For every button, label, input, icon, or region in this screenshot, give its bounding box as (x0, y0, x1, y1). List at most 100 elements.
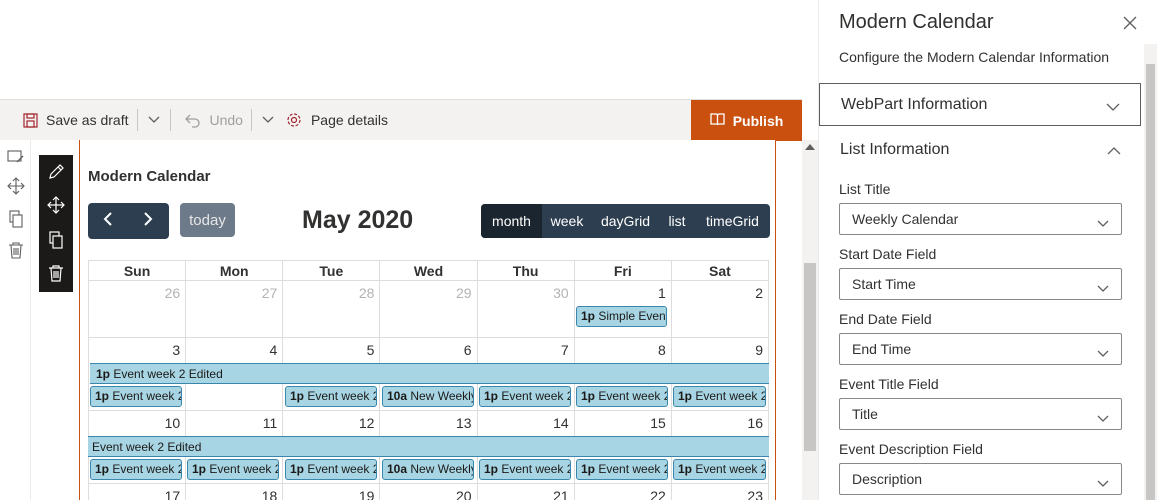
event-time: 1p (484, 389, 499, 403)
day-number[interactable]: 30 (476, 280, 575, 338)
separator (250, 109, 252, 131)
page-scrollbar[interactable] (802, 140, 818, 500)
list-title-label: List Title (839, 181, 891, 197)
start-date-dropdown[interactable]: Start Time (839, 268, 1122, 300)
calendar-event[interactable]: 1p Event week 2 (576, 386, 668, 407)
group-webpart-information[interactable]: WebPart Information (819, 83, 1141, 126)
calendar-event[interactable]: 1p Simple Event (576, 306, 667, 327)
weekday-label: Sat (670, 260, 770, 281)
today-button[interactable]: today (180, 203, 235, 237)
group-list-information[interactable]: List Information (819, 128, 1141, 171)
dropdown-value: Weekly Calendar (852, 211, 959, 227)
save-options-chevron[interactable] (144, 100, 164, 140)
event-title: Event week 2 Edited (113, 367, 223, 381)
edit-section-icon[interactable] (7, 148, 25, 166)
end-date-dropdown[interactable]: End Time (839, 333, 1122, 365)
edit-webpart-icon[interactable] (47, 163, 65, 181)
calendar-event[interactable]: 1p Event week 2 (673, 459, 766, 480)
calendar-event[interactable]: 1p Event week 2 (285, 459, 377, 480)
calendar-event[interactable]: 1p Event week 2 (673, 386, 766, 407)
calendar-event[interactable]: 10a New Weekly (382, 386, 474, 407)
day-number[interactable]: 23 (670, 483, 770, 500)
event-description-dropdown[interactable]: Description (839, 463, 1122, 495)
event-title: Event week 2 (112, 462, 182, 476)
next-month-button[interactable] (128, 203, 168, 239)
calendar-event[interactable]: 10a New Weekly (382, 459, 474, 480)
view-list-button[interactable]: list (659, 204, 695, 238)
pane-scrollbar-thumb[interactable] (1146, 64, 1155, 500)
day-number[interactable]: 27 (185, 280, 284, 338)
publish-button[interactable]: Publish (691, 100, 802, 141)
calendar-event[interactable]: 1p Event week 2 (90, 386, 182, 407)
page-details-button[interactable]: Page details (286, 100, 388, 140)
day-number[interactable]: 26 (87, 280, 187, 338)
calendar-event[interactable]: 1p Event week 2 (285, 386, 377, 407)
day-number[interactable]: 28 (282, 280, 381, 338)
duplicate-section-icon[interactable] (7, 210, 25, 228)
save-as-draft-button[interactable]: Save as draft (23, 100, 129, 140)
pane-description: Configure the Modern Calendar Informatio… (839, 49, 1110, 65)
day-number[interactable]: 17 (87, 483, 187, 500)
day-number[interactable]: 29 (379, 280, 478, 338)
chevron-down-icon (1097, 410, 1109, 426)
view-daygrid-button[interactable]: dayGrid (592, 204, 659, 238)
prev-month-button[interactable] (88, 203, 128, 239)
pane-scrollbar[interactable] (1144, 44, 1157, 500)
close-icon[interactable] (1123, 16, 1137, 30)
weekday-label: Fri (573, 260, 672, 281)
event-title: Event week 2 (695, 389, 766, 403)
view-week-button[interactable]: week (542, 204, 592, 238)
calendar-event[interactable]: 1p Event week 2 (576, 459, 668, 480)
event-title-dropdown[interactable]: Title (839, 398, 1122, 430)
scroll-up-icon[interactable] (805, 144, 815, 150)
undo-options-chevron[interactable] (258, 100, 278, 140)
scrollbar-thumb[interactable] (804, 263, 816, 451)
move-webpart-icon[interactable] (47, 196, 65, 214)
week-row: 17 18 19 20 21 22 23 (87, 483, 770, 500)
day-number[interactable]: 22 (573, 483, 672, 500)
event-time: 1p (678, 389, 693, 403)
calendar-event[interactable]: 1p Event week 2 (90, 459, 182, 480)
delete-webpart-icon[interactable] (47, 264, 65, 282)
event-title-label: Event Title Field (839, 376, 939, 392)
chevron-up-icon (1107, 142, 1121, 160)
calendar-event[interactable]: 1p Event week 2 (479, 459, 571, 480)
event-title: Event week 2 Edited (92, 440, 202, 454)
calendar-event[interactable]: 1p Event week 2 Edited (90, 363, 769, 384)
undo-button[interactable]: Undo (184, 100, 243, 140)
book-icon (710, 112, 725, 129)
event-title: Event week 2 (209, 462, 279, 476)
end-date-label: End Date Field (839, 311, 932, 327)
day-number[interactable]: 21 (476, 483, 575, 500)
calendar-event[interactable]: Event week 2 Edited (88, 436, 769, 457)
section-tools (0, 140, 30, 500)
calendar-event[interactable]: 1p Event week 2 (187, 459, 279, 480)
month-grid: Sun Mon Tue Wed Thu Fri Sat 26 27 28 29 (87, 260, 770, 500)
property-pane: Modern Calendar Configure the Modern Cal… (818, 0, 1158, 500)
view-timegrid-button[interactable]: timeGrid (695, 204, 770, 238)
calendar-event[interactable]: 1p Event week 2 (479, 386, 571, 407)
event-title: Event week 2 (501, 389, 571, 403)
chevron-down-icon (1097, 215, 1109, 231)
view-month-button[interactable]: month (481, 204, 542, 238)
list-title-dropdown[interactable]: Weekly Calendar (839, 203, 1122, 235)
sharepoint-page: Save as draft Undo Page details Publish … (0, 0, 1158, 500)
weekday-label: Sun (87, 260, 187, 281)
duplicate-webpart-icon[interactable] (47, 231, 65, 249)
day-number[interactable]: 19 (282, 483, 381, 500)
separator (169, 109, 171, 131)
day-number[interactable]: 20 (379, 483, 478, 500)
event-time: 1p (192, 462, 207, 476)
move-section-icon[interactable] (7, 177, 25, 195)
weekday-label: Thu (476, 260, 575, 281)
page-details-label: Page details (310, 112, 389, 128)
day-number[interactable]: 18 (185, 483, 284, 500)
day-number[interactable]: 2 (670, 280, 770, 338)
webpart-toolbar (39, 155, 73, 292)
weekday-label: Wed (379, 260, 478, 281)
calendar-webpart: Modern Calendar today May 2020 month wee… (79, 140, 776, 500)
undo-label: Undo (209, 112, 243, 128)
delete-section-icon[interactable] (7, 241, 25, 259)
event-title: Event week 2 (307, 462, 377, 476)
event-time: 1p (290, 389, 305, 403)
